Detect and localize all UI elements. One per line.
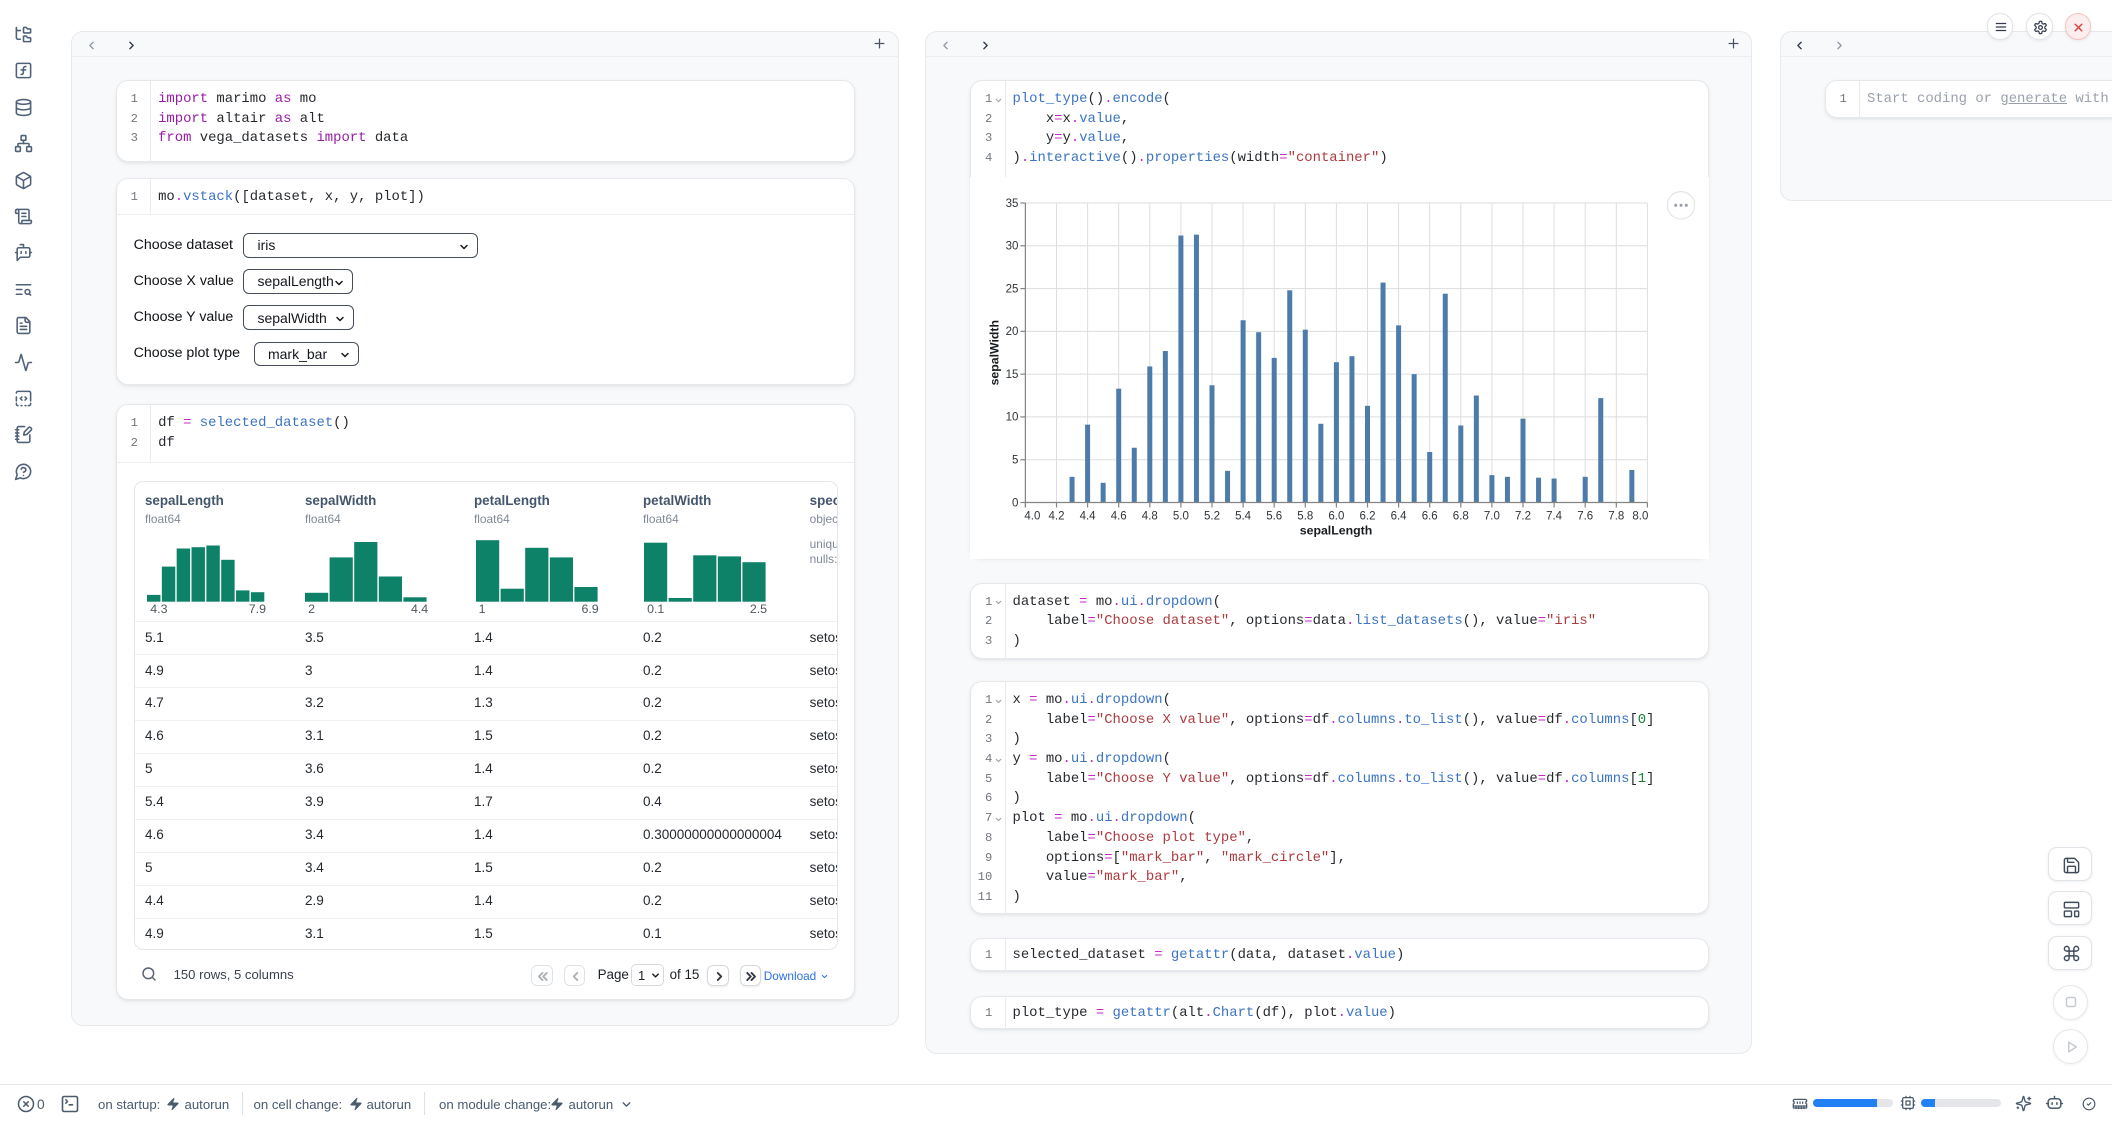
svg-text:sepalLength: sepalLength: [1300, 523, 1372, 537]
svg-text:15: 15: [1006, 368, 1019, 380]
svg-text:10: 10: [1006, 411, 1019, 423]
svg-text:25: 25: [1006, 283, 1019, 295]
svg-text:4.6: 4.6: [1111, 510, 1127, 522]
svg-text:7.6: 7.6: [1577, 510, 1593, 522]
svg-text:0: 0: [1012, 497, 1018, 509]
svg-text:35: 35: [1006, 197, 1019, 209]
svg-text:4.0: 4.0: [1024, 510, 1040, 522]
svg-text:4.8: 4.8: [1142, 510, 1158, 522]
svg-text:6.8: 6.8: [1453, 510, 1469, 522]
svg-text:sepalWidth: sepalWidth: [988, 319, 1002, 384]
svg-text:20: 20: [1006, 326, 1019, 338]
svg-text:6.6: 6.6: [1422, 510, 1438, 522]
svg-text:7.4: 7.4: [1546, 510, 1563, 522]
svg-text:5.0: 5.0: [1173, 510, 1189, 522]
svg-text:5: 5: [1012, 454, 1018, 466]
svg-text:4.4: 4.4: [1080, 510, 1097, 522]
svg-text:8.0: 8.0: [1632, 510, 1648, 522]
svg-text:7.0: 7.0: [1484, 510, 1500, 522]
svg-text:5.8: 5.8: [1297, 510, 1313, 522]
svg-text:4.2: 4.2: [1049, 510, 1065, 522]
svg-text:5.6: 5.6: [1266, 510, 1282, 522]
svg-text:6.0: 6.0: [1328, 510, 1344, 522]
svg-text:5.4: 5.4: [1235, 510, 1252, 522]
svg-text:5.2: 5.2: [1204, 510, 1220, 522]
svg-text:6.2: 6.2: [1360, 510, 1376, 522]
svg-text:6.4: 6.4: [1391, 510, 1408, 522]
svg-text:30: 30: [1006, 240, 1019, 252]
svg-text:7.8: 7.8: [1608, 510, 1624, 522]
svg-text:7.2: 7.2: [1515, 510, 1531, 522]
